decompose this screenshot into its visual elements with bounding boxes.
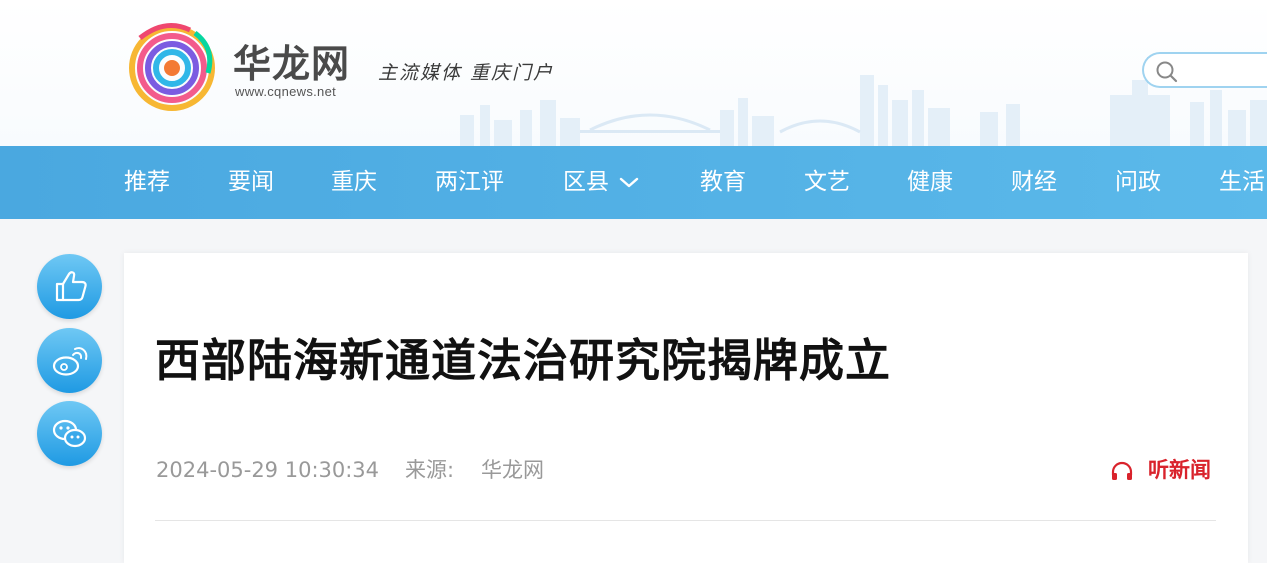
thumbs-up-icon	[55, 271, 87, 302]
like-button[interactable]	[37, 254, 102, 319]
weibo-share-button[interactable]	[37, 328, 102, 393]
logo-dragon-icon	[129, 23, 215, 111]
nav-item-life[interactable]: 生活	[1219, 146, 1265, 219]
article-source-label: 来源:	[405, 458, 455, 482]
logo-text[interactable]: 华龙网	[233, 44, 350, 84]
nav-item-arts[interactable]: 文艺	[804, 146, 850, 219]
search-input[interactable]	[1184, 58, 1267, 84]
article-title: 西部陆海新通道法治研究院揭牌成立	[155, 334, 892, 387]
wechat-share-button[interactable]	[37, 401, 102, 466]
nav-item-health[interactable]: 健康	[907, 146, 953, 219]
nav-item-recommend[interactable]: 推荐	[124, 146, 170, 219]
headphones-icon	[1111, 461, 1133, 480]
nav-item-inquiry[interactable]: 问政	[1115, 146, 1161, 219]
article-card	[124, 253, 1248, 563]
article-date: 2024-05-29 10:30:34	[156, 458, 380, 482]
chevron-down-icon	[619, 177, 639, 187]
nav-item-districts-label: 区县	[563, 169, 609, 195]
site-header: 华龙网 www.cqnews.net 主流媒体 重庆门户	[0, 0, 1267, 146]
main-nav: 推荐 要闻 重庆 两江评 区县 教育 文艺 健康 财经 问政 生活	[0, 146, 1267, 219]
meta-divider	[155, 520, 1216, 521]
search-box[interactable]	[1142, 52, 1267, 88]
wechat-icon	[52, 419, 87, 448]
nav-item-chongqing[interactable]: 重庆	[331, 146, 377, 219]
nav-item-headlines[interactable]: 要闻	[228, 146, 274, 219]
nav-item-districts[interactable]: 区县	[563, 146, 639, 219]
logo-url: www.cqnews.net	[235, 84, 337, 99]
article-source: 华龙网	[481, 458, 544, 482]
weibo-icon	[52, 347, 88, 376]
nav-item-education[interactable]: 教育	[700, 146, 746, 219]
site-slogan: 主流媒体 重庆门户	[378, 62, 555, 84]
nav-item-finance[interactable]: 财经	[1011, 146, 1057, 219]
listen-news-label: 听新闻	[1148, 458, 1211, 482]
search-icon[interactable]	[1156, 61, 1178, 83]
nav-item-commentary[interactable]: 两江评	[435, 146, 504, 219]
